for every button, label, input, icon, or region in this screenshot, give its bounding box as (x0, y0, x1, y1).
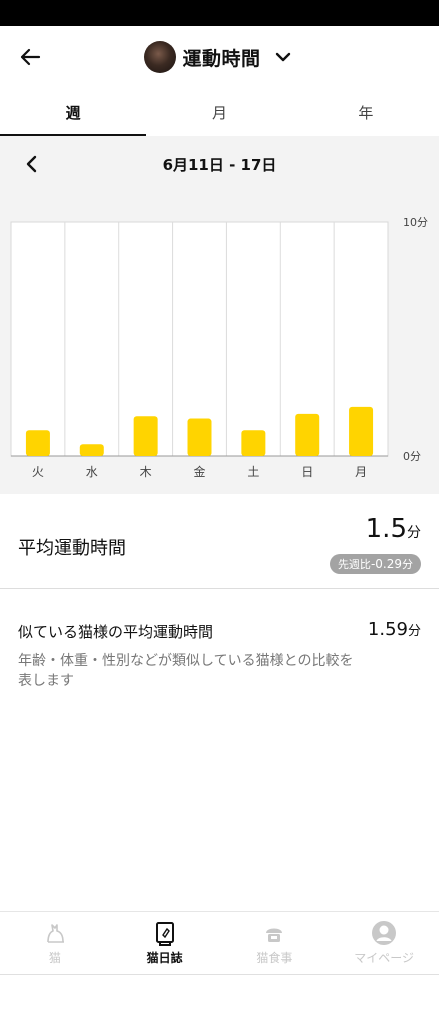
bar-日 (295, 413, 320, 456)
x-tick-label: 土 (247, 465, 259, 479)
bar-月 (349, 406, 374, 456)
journal-icon (152, 920, 178, 946)
nav-label-journal: 猫日誌 (146, 951, 183, 965)
compare-unit: 分 (402, 558, 413, 571)
bar-木 (133, 416, 158, 456)
average-label: 平均運動時間 (18, 538, 126, 559)
compare-prefix: 先週比 (337, 558, 371, 571)
tab-week[interactable]: 週 (0, 88, 147, 136)
profile-icon (371, 920, 397, 946)
y-tick-min: 0分 (403, 450, 421, 463)
x-tick-label: 月 (355, 465, 367, 479)
average-unit: 分 (407, 525, 421, 541)
exercise-bar-chart: 火 水 木 金 土 日 月 10分 0分 (10, 216, 428, 479)
nav-item-cat[interactable]: 猫 (0, 912, 110, 974)
similar-cats-section: 似ている猫様の平均運動時間 1.59分 年齢・体重・性別などが類似している猫様と… (0, 589, 439, 709)
food-bowl-icon (261, 920, 287, 946)
cat-icon (42, 920, 68, 946)
nav-item-food[interactable]: 猫食事 (220, 912, 330, 974)
x-tick-label: 水 (86, 465, 98, 479)
y-tick-max: 10分 (403, 216, 428, 229)
bar-土 (241, 430, 266, 456)
x-tick-label: 金 (193, 464, 205, 479)
compare-value: -0.29 (370, 557, 402, 571)
similar-unit: 分 (407, 624, 421, 639)
similar-number: 1.59 (367, 619, 408, 640)
status-bar (0, 0, 439, 26)
pet-selector[interactable]: 運動時間 (0, 40, 439, 74)
compare-badge: 先週比 -0.29 分 (329, 554, 421, 574)
average-section: 平均運動時間 1.5分 先週比 -0.29 分 (0, 494, 439, 589)
bar-火 (25, 430, 50, 456)
average-number: 1.5 (365, 514, 407, 544)
similar-value: 1.59分 (368, 619, 421, 640)
nav-label-food: 猫食事 (256, 951, 293, 965)
period-tabs: 週 月 年 (0, 88, 439, 136)
page-title: 運動時間 (182, 47, 261, 70)
nav-item-mypage[interactable]: マイページ (329, 912, 439, 974)
nav-label-cat: 猫 (48, 951, 61, 965)
nav-item-journal[interactable]: 猫日誌 (110, 912, 220, 974)
tab-month[interactable]: 月 (146, 88, 292, 136)
avatar (144, 41, 177, 73)
similar-title: 似ている猫様の平均運動時間 (18, 623, 214, 641)
x-tick-label: 日 (301, 465, 313, 479)
bottom-nav: 猫 猫日誌 猫食事 マイページ (0, 911, 439, 975)
header: 運動時間 (0, 26, 439, 88)
x-tick-label: 木 (140, 465, 152, 479)
nav-label-mypage: マイページ (354, 951, 414, 965)
bar-水 (79, 444, 104, 456)
bar-金 (187, 418, 212, 456)
chevron-down-icon (271, 45, 295, 69)
tab-year[interactable]: 年 (293, 88, 439, 136)
average-value: 1.5分 (366, 514, 421, 544)
similar-description: 年齢・体重・性別などが類似している猫様との比較を表します (18, 653, 354, 689)
chart-panel: 6月11日 - 17日 火水木金土日月 10分 0分 (0, 136, 439, 494)
x-tick-label: 火 (32, 465, 44, 479)
